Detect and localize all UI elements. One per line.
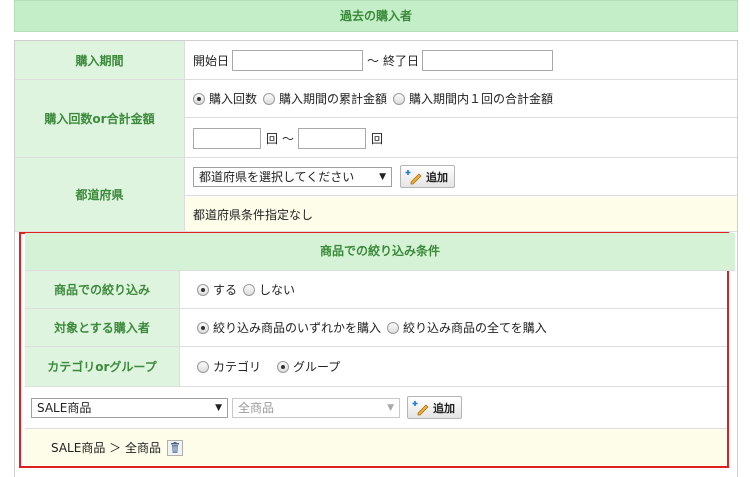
category-row: カテゴリorグループ カテゴリ グループ <box>25 347 727 387</box>
end-date-label: 終了日 <box>383 53 420 68</box>
group-select[interactable]: SALE商品 ▼ <box>31 397 228 418</box>
product-filter-section: 商品での絞り込み条件 商品での絞り込み する しない 対象とする購入者 絞り込み… <box>19 232 735 468</box>
trash-icon[interactable] <box>166 439 183 456</box>
target-label: 対象とする購入者 <box>25 309 180 346</box>
product-add-button[interactable]: 追加 <box>407 396 462 419</box>
radio-period-total[interactable]: 購入期間の累計金額 <box>263 90 387 107</box>
start-date-label: 開始日 <box>193 53 230 68</box>
end-date-input[interactable] <box>422 49 554 71</box>
pencil-plus-icon <box>405 169 422 184</box>
count-label: 購入回数or合計金額 <box>15 80 185 157</box>
radio-category[interactable]: カテゴリ <box>197 358 261 375</box>
period-separator: ～ <box>367 53 380 68</box>
count-row: 購入回数or合計金額 購入回数 購入期間の累計金額 購入期間内１回の合計金額 回… <box>15 80 737 158</box>
filter-label: 商品での絞り込み <box>25 271 180 308</box>
period-label: 購入期間 <box>15 41 185 79</box>
dropdown-arrow-icon: ▼ <box>379 171 386 182</box>
count-to-input[interactable] <box>298 127 367 149</box>
start-date-input[interactable] <box>232 49 364 71</box>
pencil-plus-icon <box>412 400 429 415</box>
radio-icon <box>197 283 209 296</box>
product-filter-title: 商品での絞り込み条件 <box>25 233 735 271</box>
radio-icon <box>197 321 209 334</box>
product-select[interactable]: 全商品 ▼ <box>232 397 400 418</box>
radio-target-all[interactable]: 絞り込み商品の全てを購入 <box>387 319 547 336</box>
radio-filter-no[interactable]: しない <box>243 281 295 298</box>
count-separator: ～ <box>282 131 295 146</box>
target-row: 対象とする購入者 絞り込み商品のいずれかを購入 絞り込み商品の全てを購入 <box>25 309 727 347</box>
radio-icon <box>277 360 290 373</box>
radio-icon <box>387 321 400 334</box>
count-from-input[interactable] <box>193 127 261 149</box>
radio-icon <box>243 283 256 296</box>
dropdown-arrow-icon: ▼ <box>215 402 222 413</box>
prefecture-status: 都道府県条件指定なし <box>193 207 314 222</box>
product-select-row: SALE商品 ▼ 全商品 ▼ 追加 <box>25 387 727 429</box>
radio-icon <box>197 360 209 373</box>
prefecture-select[interactable]: 都道府県を選択してください ▼ <box>193 166 392 187</box>
radio-group[interactable]: グループ <box>277 358 340 375</box>
filter-row: 商品での絞り込み する しない <box>25 271 727 309</box>
radio-single-total[interactable]: 購入期間内１回の合計金額 <box>393 90 553 107</box>
dropdown-arrow-icon: ▼ <box>387 402 394 413</box>
radio-icon <box>193 92 205 105</box>
prefecture-status-cell: 都道府県条件指定なし <box>185 197 737 231</box>
chosen-product-row: SALE商品 ＞ 全商品 <box>25 429 727 466</box>
chosen-product: SALE商品 ＞ 全商品 <box>51 441 161 455</box>
radio-filter-yes[interactable]: する <box>197 281 237 298</box>
radio-purchase-count[interactable]: 購入回数 <box>193 90 257 107</box>
radio-icon <box>393 92 406 105</box>
count-from-unit: 回 <box>266 131 279 146</box>
count-to-unit: 回 <box>371 131 384 146</box>
period-row: 購入期間 開始日 ～ 終了日 <box>15 41 737 80</box>
prefecture-row: 都道府県 都道府県を選択してください ▼ 追加 都道府県条件指定なし <box>15 158 737 232</box>
prefecture-label: 都道府県 <box>15 158 185 231</box>
radio-target-any[interactable]: 絞り込み商品のいずれかを購入 <box>197 319 381 336</box>
radio-icon <box>263 92 276 105</box>
category-label: カテゴリorグループ <box>25 347 180 386</box>
section-header: 過去の購入者 <box>14 0 738 32</box>
prefecture-add-button[interactable]: 追加 <box>400 165 455 188</box>
